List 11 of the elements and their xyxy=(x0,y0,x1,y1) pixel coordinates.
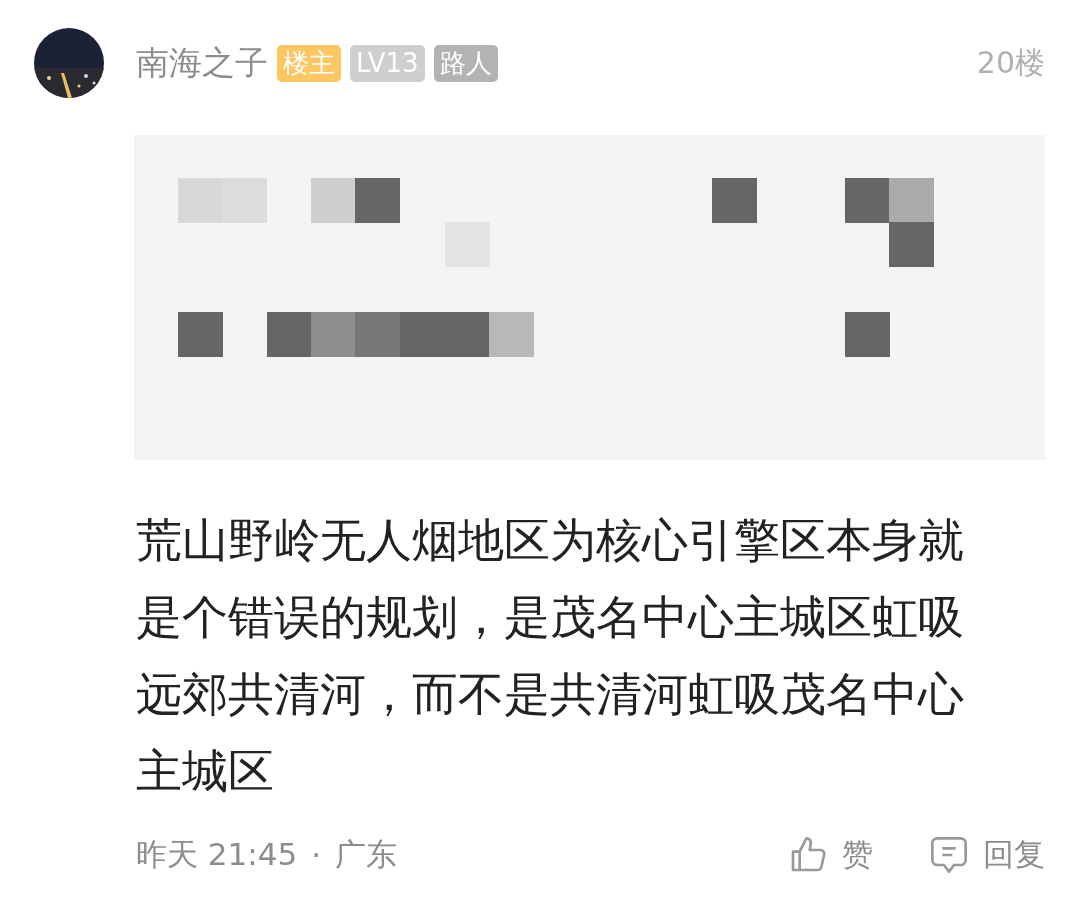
user-tag: 楼主 xyxy=(277,44,341,82)
user-tag: 路人 xyxy=(433,44,498,82)
reply-button[interactable]: 回复 xyxy=(929,834,1045,876)
post-location: 广东 xyxy=(335,835,398,874)
author-name[interactable]: 南海之子 xyxy=(136,40,268,86)
comment-icon xyxy=(929,835,969,875)
separator-dot: · xyxy=(311,837,322,873)
floor-number: 20楼 xyxy=(976,43,1045,82)
like-button[interactable]: 赞 xyxy=(788,834,873,876)
post-time: 昨天 21:45 xyxy=(136,835,298,874)
post-text: 荒山野岭无人烟地区为核心引擎区本身就是个错误的规划，是茂名中心主城区虹吸远郊共清河，而不是共清河虹吸茂名中心主城区 xyxy=(136,512,965,800)
